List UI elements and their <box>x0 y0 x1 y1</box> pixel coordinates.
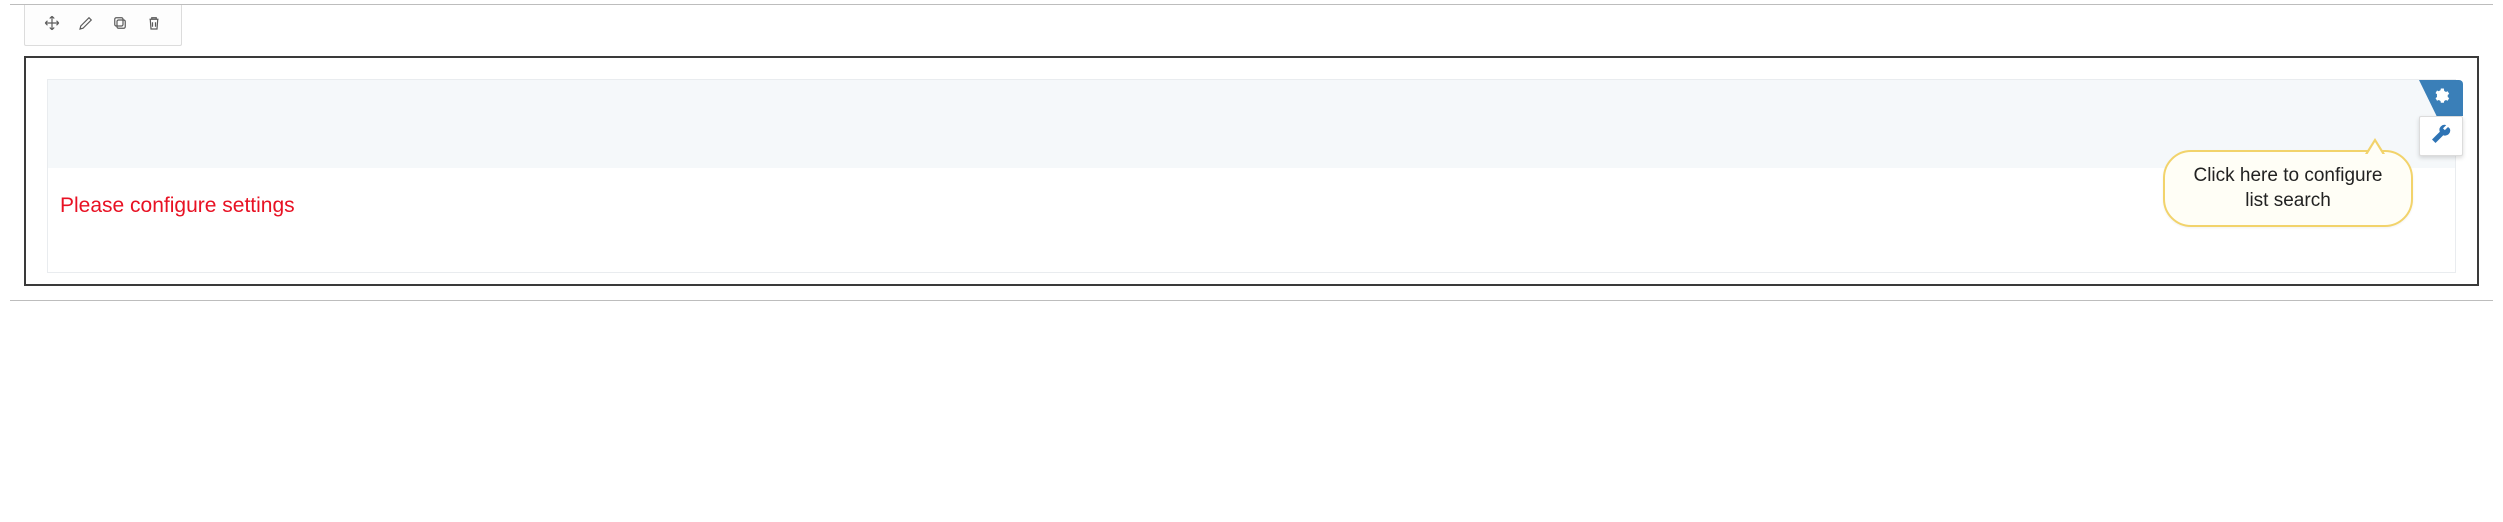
gear-icon <box>2432 87 2450 110</box>
trash-icon <box>145 14 163 37</box>
configure-warning-text: Please configure settings <box>48 168 2455 218</box>
page-container: Please configure settings Click here to … <box>10 4 2493 301</box>
webpart-frame: Please configure settings Click here to … <box>24 56 2479 286</box>
copy-icon <box>111 14 129 37</box>
wrench-icon <box>2430 123 2452 150</box>
tooltip-text: Click here to configure list search <box>2193 165 2382 211</box>
configure-tool-button[interactable] <box>2419 116 2463 156</box>
configure-tooltip: Click here to configure list search <box>2163 150 2413 227</box>
move-button[interactable] <box>35 11 69 39</box>
move-icon <box>43 14 61 37</box>
duplicate-button[interactable] <box>103 11 137 39</box>
pencil-icon <box>77 14 95 37</box>
edit-button[interactable] <box>69 11 103 39</box>
webpart-content: Please configure settings <box>48 80 2455 272</box>
webpart-toolbar <box>24 5 182 46</box>
content-header <box>48 80 2455 168</box>
delete-button[interactable] <box>137 11 171 39</box>
